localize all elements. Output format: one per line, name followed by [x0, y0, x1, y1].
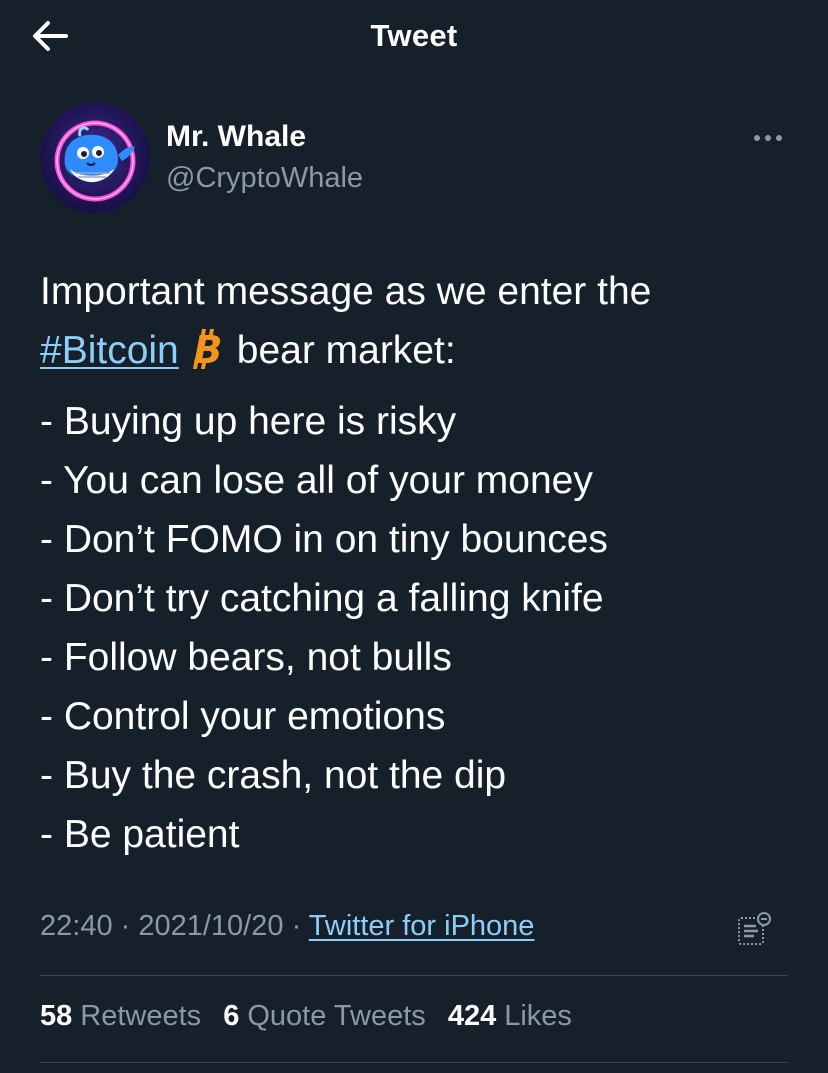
tweet-text: Important message as we enter the #Bitco… — [40, 262, 800, 864]
retweets-stat[interactable]: 58 Retweets — [40, 1000, 201, 1033]
likes-count: 424 — [447, 1000, 497, 1032]
list-item: - Follow bears, not bulls — [40, 636, 452, 679]
tweet-analytics-icon — [738, 912, 771, 945]
likes-label: Likes — [504, 1000, 572, 1032]
top-bar: Tweet — [0, 0, 828, 72]
likes-stat[interactable]: 424 Likes — [448, 1000, 572, 1033]
meta-separator: · — [283, 910, 309, 942]
bitcoin-icon: B — [192, 329, 222, 369]
quote-tweets-count: 6 — [223, 1000, 240, 1032]
retweets-count: 58 — [40, 1000, 73, 1032]
meta-separator: · — [112, 910, 139, 942]
tweet-source-link[interactable]: Twitter for iPhone — [309, 910, 535, 942]
list-item: - Buy the crash, not the dip — [40, 754, 507, 797]
more-options-button[interactable] — [748, 126, 788, 150]
tweet-time: 22:40 — [40, 910, 113, 942]
quote-tweets-stat[interactable]: 6 Quote Tweets — [223, 1000, 426, 1033]
author-display-name[interactable]: Mr. Whale — [166, 120, 306, 154]
tweet-hashtag-line: #Bitcoin B bear market: — [40, 321, 800, 380]
list-item: - Don’t try catching a falling knife — [40, 577, 604, 620]
more-dots-icon — [754, 135, 782, 141]
avatar[interactable] — [40, 103, 150, 213]
quote-tweets-label: Quote Tweets — [247, 1000, 426, 1032]
list-item: - Don’t FOMO in on tiny bounces — [40, 518, 608, 561]
retweets-label: Retweets — [80, 1000, 202, 1032]
list-item: - You can lose all of your money — [40, 459, 593, 502]
tweet-meta: 22:40 · 2021/10/20 · Twitter for iPhone — [40, 910, 534, 943]
tweet-intro-rest: bear market: — [236, 329, 456, 372]
list-item: - Control your emotions — [40, 695, 446, 738]
whale-avatar-icon — [40, 103, 150, 213]
list-item: - Be patient — [40, 813, 240, 856]
tweet-date: 2021/10/20 — [138, 910, 284, 942]
page-title: Tweet — [370, 18, 458, 53]
list-item: - Buying up here is risky — [40, 400, 457, 443]
author-handle[interactable]: @CryptoWhale — [166, 162, 363, 195]
divider — [40, 975, 788, 976]
tweet-analytics-button[interactable] — [736, 910, 772, 948]
tweet-intro-line: Important message as we enter the — [40, 270, 652, 313]
divider — [40, 1062, 788, 1063]
tweet-stats: 58 Retweets 6 Quote Tweets 424 Likes — [40, 1000, 586, 1033]
tweet-list: - Buying up here is risky - You can lose… — [40, 392, 800, 864]
bitcoin-hashtag-link[interactable]: #Bitcoin — [40, 329, 179, 372]
